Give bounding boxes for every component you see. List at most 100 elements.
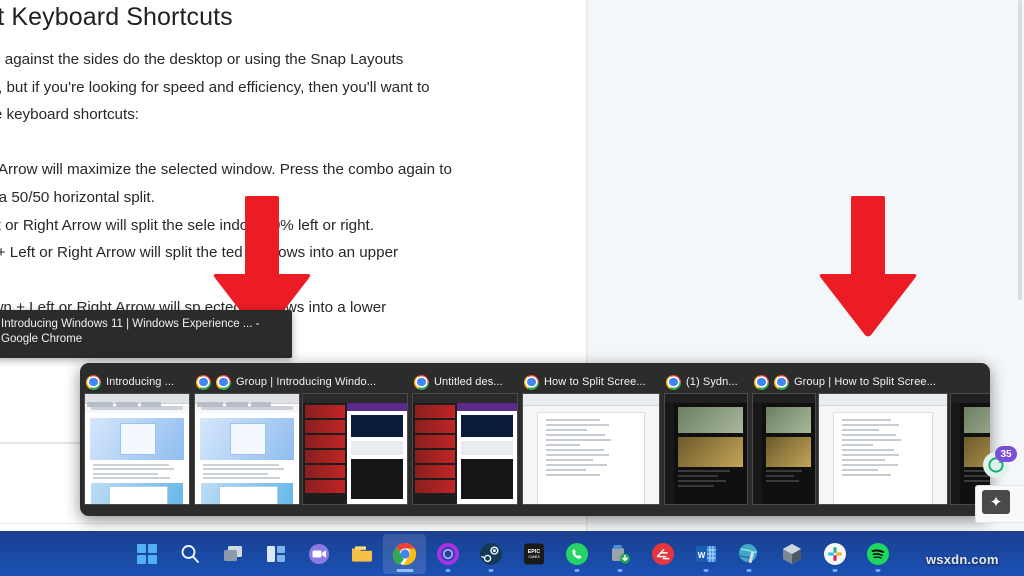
thumbnail-row [660,393,748,505]
paint-icon [738,543,757,563]
chrome-icon [196,374,211,390]
virtualbox-button[interactable] [770,534,813,574]
thumbnail-row [190,393,408,505]
spotify-icon [866,542,889,565]
window-thumbnail[interactable] [818,393,948,505]
chrome-icon [774,374,789,390]
paint-3d-button[interactable] [727,534,770,574]
tooltip-line-1: Introducing Windows 11 | Windows Experie… [1,318,260,330]
download-manager-button[interactable] [598,534,641,574]
article-line: ple keyboard shortcuts: [0,106,140,123]
chrome-icon [524,374,539,390]
teams-chat-button[interactable] [297,534,340,574]
virtualbox-icon [782,543,801,564]
red-arrow-down-icon-right [818,196,918,338]
folder-icon [351,545,372,562]
epic-games-icon: EPIC GAMES [523,543,544,564]
article-line: eft or Right Arrow will split the sele i… [0,217,374,234]
tooltip-line-2: Google Chrome [1,333,83,345]
chrome-icon [754,374,769,390]
thumbnail-header: Group | How to Split Scree... [748,371,990,393]
file-explorer-button[interactable] [340,534,383,574]
desktop-screen: lit Keyboard Shortcuts ws against the si… [0,0,1024,576]
epic-games-button[interactable]: EPIC GAMES [512,534,555,574]
thumbnail-header: (1) Sydn... [660,371,748,393]
start-button[interactable] [125,534,168,574]
page-title: lit Keyboard Shortcuts [0,3,233,31]
running-indicator [703,569,708,572]
article-line: o a 50/50 horizontal split. [0,189,155,206]
window-tooltip: Introducing Windows 11 | Windows Experie… [0,310,292,358]
scrollbar-thumb[interactable] [1018,0,1022,300]
chrome-icon [392,542,416,565]
search-button[interactable] [168,534,211,574]
steam-button[interactable] [469,534,512,574]
thumbnail-header: Group | Introducing Windo... [190,371,408,393]
thumbnail-group[interactable]: Group | How to Split Scree... [748,371,990,505]
chrome-icon [216,374,231,390]
whatsapp-button[interactable] [555,534,598,574]
task-view-button[interactable] [211,534,254,574]
site-watermark: wsxdn.com [926,552,999,567]
window-thumbnail[interactable] [664,393,748,505]
thumbnail-row [408,393,518,505]
ea-icon [651,542,674,565]
whatsapp-icon [565,542,588,565]
browser-content-right-upper [589,0,1017,302]
running-indicator [445,569,450,572]
microsoft-word-button[interactable]: W [684,534,727,574]
window-thumbnail[interactable] [412,393,518,505]
window-thumbnail[interactable] [522,393,660,505]
running-indicator [875,569,880,572]
nvidia-broadcast-button[interactable] [426,534,469,574]
thumbnail-group[interactable]: Group | Introducing Windo... [190,371,408,505]
thumbnail-group[interactable]: Introducing ... [80,371,190,505]
thumbnail-title: Untitled des... [434,376,503,388]
chrome-icon [666,374,681,390]
task-view-icon [223,545,242,561]
window-thumbnail[interactable] [84,393,190,505]
article-line: ve, but if you're looking for speed and … [0,79,430,96]
widgets-icon [266,545,285,562]
download-icon [611,544,630,563]
spotify-button[interactable] [856,534,899,574]
taskbar-thumbnail-flyout: Introducing ... Group | Introducing Wind… [80,363,990,516]
thumbnail-group[interactable]: (1) Sydn... [660,371,748,505]
thumbnail-group[interactable]: How to Split Scree... [518,371,660,505]
chat-video-icon [308,543,329,564]
ea-app-button[interactable] [641,534,684,574]
vertical-scrollbar[interactable] [1017,0,1024,531]
widgets-button[interactable] [254,534,297,574]
thumbnail-header: Introducing ... [80,371,190,393]
search-icon [181,544,199,563]
running-indicator [746,569,751,572]
window-thumbnail[interactable] [194,393,300,505]
running-indicator [832,569,837,572]
running-indicator [396,569,413,572]
windows-logo-icon [136,543,157,564]
running-indicator [574,569,579,572]
thumbnail-group[interactable]: Untitled des... [408,371,518,505]
sparkle-icon-button[interactable]: ✦ [982,490,1010,514]
google-chrome-button[interactable] [383,533,426,574]
thumbnail-row [748,393,990,505]
notification-count-badge: 35 [995,446,1017,462]
thumbnail-title: Introducing ... [106,376,175,388]
article-line: ws against the sides do the desktop or u… [0,51,404,68]
running-indicator [488,569,493,572]
window-thumbnail[interactable] [302,393,408,505]
thumbnail-title: Group | How to Split Scree... [794,376,937,388]
steam-icon [479,542,502,565]
thumbnail-title: Group | Introducing Windo... [236,376,377,388]
window-thumbnail[interactable] [752,393,816,505]
slack-button[interactable] [813,534,856,574]
svg-text:GAMES: GAMES [528,555,540,559]
slack-icon [823,542,846,565]
windows-taskbar: EPIC GAMES W [0,531,1024,576]
thumbnail-row [518,393,660,505]
running-indicator [617,569,622,572]
thumbnail-header: Untitled des... [408,371,518,393]
ring-icon [436,542,459,565]
content-separator-2 [0,523,586,524]
article-line: p Arrow will maximize the selected windo… [0,161,452,178]
